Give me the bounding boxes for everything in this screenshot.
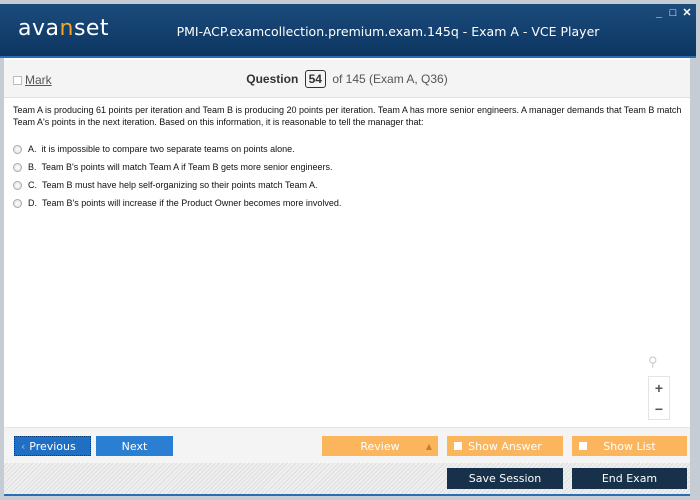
option-text: Team B's points will match Team A if Tea…: [41, 162, 333, 172]
option-letter: C.: [28, 180, 37, 190]
chevron-left-icon: ‹: [21, 439, 26, 453]
checkbox-icon: [454, 442, 462, 450]
option-text: Team B's points will increase if the Pro…: [42, 198, 342, 208]
footer-bar: Save Session End Exam: [4, 463, 690, 496]
radio-button[interactable]: [13, 198, 22, 208]
zoom-in-icon[interactable]: +: [655, 381, 663, 395]
minimize-icon[interactable]: _: [654, 7, 664, 19]
close-icon[interactable]: ✕: [682, 7, 692, 19]
navigation-bar: ‹ Previous Next Review ▲ Show Answer Sho…: [4, 427, 690, 463]
zoom-out-icon[interactable]: −: [655, 402, 663, 416]
end-exam-label: End Exam: [601, 472, 658, 485]
end-exam-button[interactable]: End Exam: [572, 468, 687, 489]
show-list-button[interactable]: Show List: [572, 436, 687, 456]
radio-button[interactable]: [13, 180, 22, 190]
previous-button[interactable]: ‹ Previous: [14, 436, 91, 456]
checkbox-icon: [579, 442, 587, 450]
question-counter: Question 54 of 145 (Exam A, Q36): [4, 70, 690, 88]
zoom-search-icon: ⚲: [648, 354, 658, 369]
option-letter: A.: [28, 144, 37, 154]
review-button[interactable]: Review ▲: [322, 436, 438, 456]
title-bar: avanset PMI-ACP.examcollection.premium.e…: [0, 4, 696, 58]
option-letter: B.: [28, 162, 37, 172]
option-a[interactable]: A. it is impossible to compare two separ…: [13, 140, 341, 158]
question-number-input[interactable]: 54: [304, 70, 326, 88]
question-of-text: of 145 (Exam A, Q36): [332, 72, 448, 86]
triangle-up-icon: ▲: [425, 441, 432, 451]
option-letter: D.: [28, 198, 37, 208]
window-controls: _ □ ✕: [654, 7, 692, 19]
option-c[interactable]: C. Team B must have help self-organizing…: [13, 176, 341, 194]
question-label: Question: [246, 72, 299, 86]
show-answer-label: Show Answer: [468, 439, 542, 453]
option-d[interactable]: D. Team B's points will increase if the …: [13, 194, 341, 212]
radio-button[interactable]: [13, 162, 22, 172]
option-text: it is impossible to compare two separate…: [41, 144, 295, 154]
next-label: Next: [121, 439, 148, 453]
question-header: Mark Question 54 of 145 (Exam A, Q36): [4, 60, 690, 98]
question-text: Team A is producing 61 points per iterat…: [13, 105, 682, 127]
window-title: PMI-ACP.examcollection.premium.exam.145q…: [176, 24, 600, 39]
save-session-label: Save Session: [468, 472, 542, 485]
option-b[interactable]: B. Team B's points will match Team A if …: [13, 158, 341, 176]
zoom-controls: + −: [648, 376, 670, 420]
maximize-icon[interactable]: □: [668, 7, 678, 19]
previous-label: Previous: [29, 439, 76, 453]
radio-button[interactable]: [13, 144, 22, 154]
save-session-button[interactable]: Save Session: [447, 468, 563, 489]
option-text: Team B must have help self-organizing so…: [42, 180, 318, 190]
answer-options: A. it is impossible to compare two separ…: [13, 140, 341, 212]
show-list-label: Show List: [603, 439, 656, 453]
vce-player-window: avanset PMI-ACP.examcollection.premium.e…: [0, 4, 696, 496]
next-button[interactable]: Next: [96, 436, 173, 456]
show-answer-button[interactable]: Show Answer: [447, 436, 563, 456]
review-label: Review: [360, 439, 400, 453]
